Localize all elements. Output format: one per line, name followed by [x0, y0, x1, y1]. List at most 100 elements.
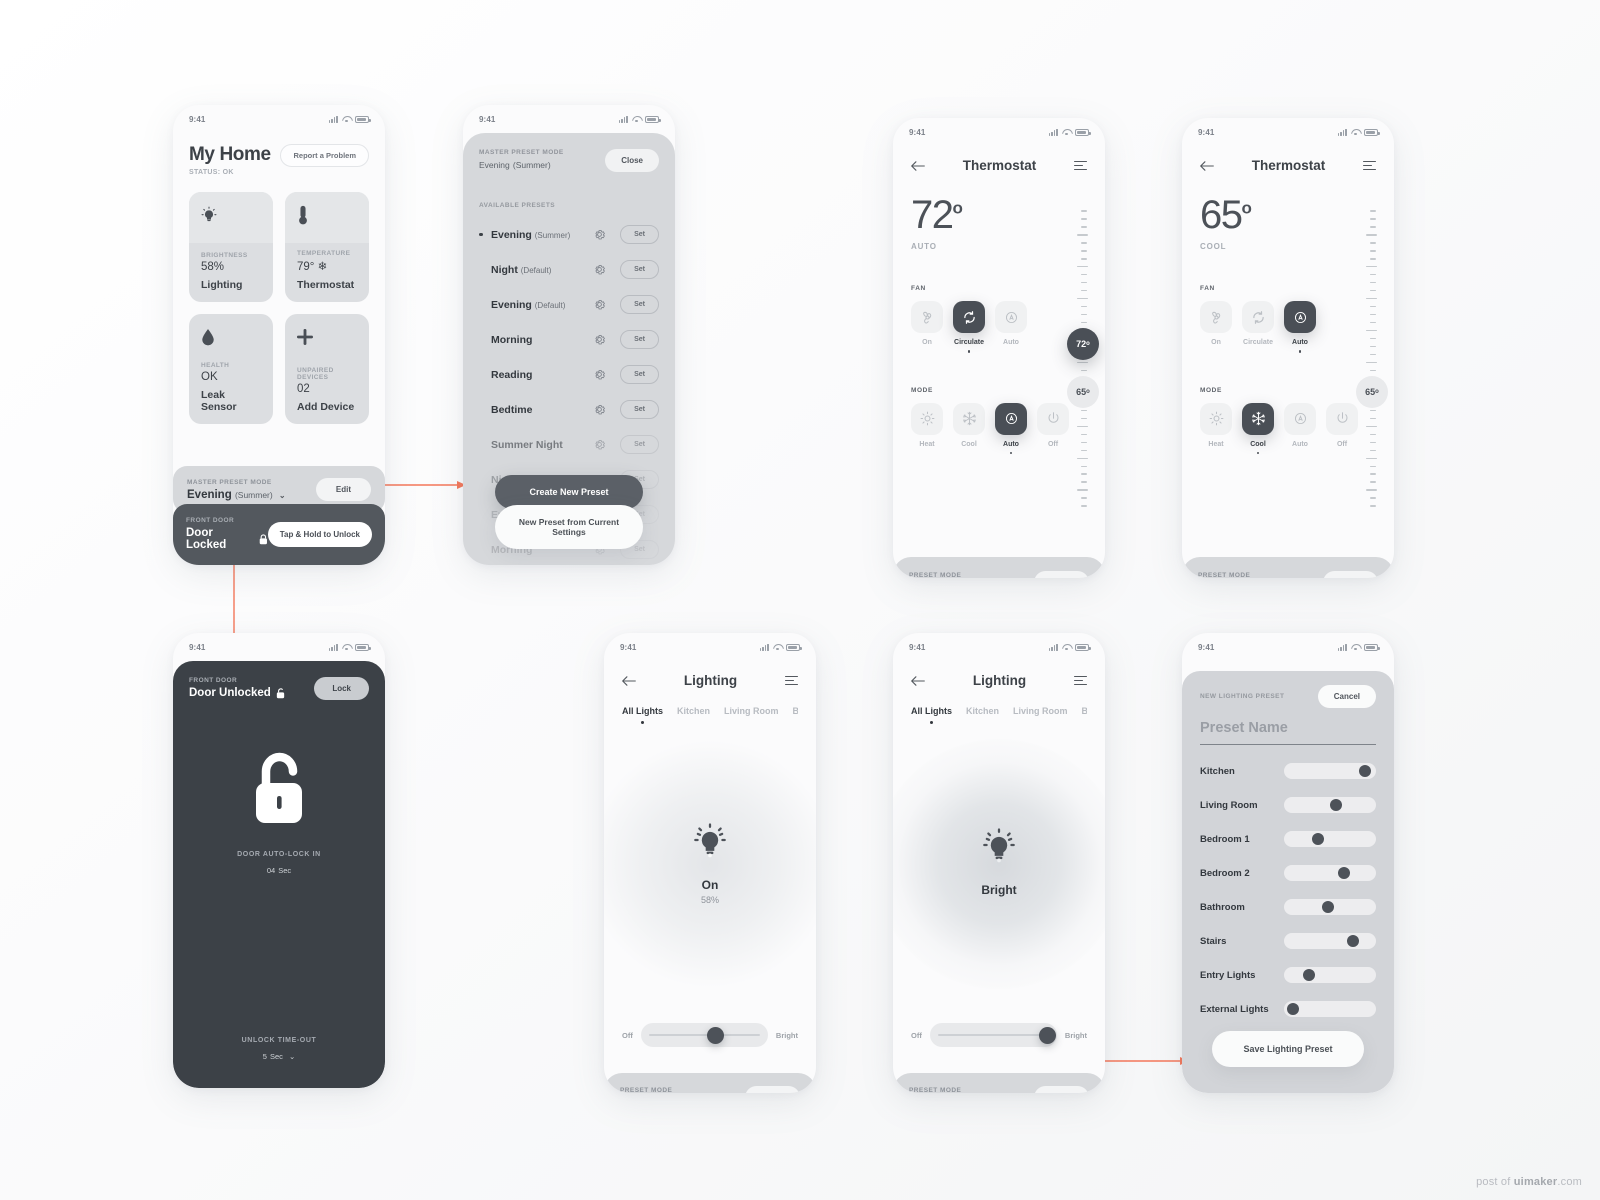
- close-button[interactable]: Close: [605, 149, 659, 172]
- master-preset-value[interactable]: Evening (Summer) ⌄: [187, 489, 286, 501]
- set-button[interactable]: Set: [620, 260, 659, 279]
- menu-icon[interactable]: [1362, 160, 1376, 171]
- menu-icon[interactable]: [784, 675, 798, 686]
- tab-all-lights[interactable]: All Lights: [622, 706, 663, 724]
- save-lighting-preset-button[interactable]: Save Lighting Preset: [1212, 1031, 1364, 1067]
- mode-option-cool[interactable]: Cool: [953, 402, 985, 455]
- set-button[interactable]: Set: [620, 225, 659, 244]
- list-item[interactable]: Evening (Default) Set: [479, 295, 659, 314]
- mode-option-label: Off: [1336, 440, 1348, 448]
- mode-option-heat[interactable]: Heat: [1200, 402, 1232, 455]
- create-new-preset-button[interactable]: Create New Preset: [495, 475, 643, 509]
- unlock-timeout-section[interactable]: UNLOCK TIME-OUT 5 Sec ⌄: [173, 1037, 385, 1062]
- gear-icon[interactable]: [593, 263, 606, 276]
- set-button[interactable]: Set: [620, 330, 659, 349]
- mode-option-cool[interactable]: Cool: [1242, 402, 1274, 454]
- fan-option-auto[interactable]: Auto: [1284, 301, 1316, 353]
- room-brightness-slider[interactable]: [1284, 763, 1376, 779]
- slider-thumb[interactable]: [1338, 867, 1351, 879]
- tile-add-device[interactable]: UNPAIRED DEVICES 02 Add Device: [285, 314, 369, 424]
- mode-option-off[interactable]: Off: [1326, 402, 1358, 455]
- back-arrow-icon[interactable]: [622, 675, 636, 687]
- room-brightness-slider[interactable]: [1284, 967, 1376, 983]
- mode-option-auto[interactable]: Auto: [1284, 402, 1316, 455]
- preset-edit-button[interactable]: Edit: [1033, 1086, 1089, 1093]
- slider-thumb[interactable]: [706, 1026, 724, 1044]
- list-item[interactable]: Evening (Summer) Set: [479, 225, 659, 244]
- lock-button[interactable]: Lock: [314, 677, 369, 700]
- room-brightness-slider[interactable]: [1284, 797, 1376, 813]
- menu-icon[interactable]: [1073, 160, 1087, 171]
- new-preset-from-current-button[interactable]: New Preset from Current Settings: [495, 505, 643, 549]
- preset-edit-button[interactable]: Edit: [744, 1086, 800, 1093]
- tile-thermostat[interactable]: TEMPERATURE 79° ❄ Thermostat: [285, 192, 369, 302]
- gear-icon[interactable]: [593, 228, 606, 241]
- temperature-knob-secondary[interactable]: 65 o: [1067, 376, 1099, 408]
- list-item[interactable]: Morning Set: [479, 330, 659, 349]
- slider-thumb[interactable]: [1346, 935, 1359, 947]
- slider-thumb[interactable]: [1286, 1003, 1299, 1015]
- gear-icon[interactable]: [593, 438, 606, 451]
- set-button[interactable]: Set: [620, 365, 659, 384]
- preset-edit-button[interactable]: Edit: [1033, 571, 1089, 578]
- list-item[interactable]: Night (Default) Set: [479, 260, 659, 279]
- mode-option-off[interactable]: Off: [1037, 402, 1069, 455]
- fan-option-on[interactable]: On: [1200, 301, 1232, 353]
- list-item[interactable]: Bedtime Set: [479, 400, 659, 419]
- tab-all-lights[interactable]: All Lights: [911, 706, 952, 724]
- fan-options: On Circulate Auto: [1200, 301, 1376, 353]
- gear-icon[interactable]: [593, 333, 606, 346]
- temperature-knob-primary[interactable]: 65 o: [1356, 376, 1388, 408]
- room-brightness-slider[interactable]: [1284, 1001, 1376, 1017]
- fan-option-on[interactable]: On: [911, 301, 943, 353]
- tile-lighting[interactable]: BRIGHTNESS 58% Lighting: [189, 192, 273, 302]
- fan-option-circulate[interactable]: Circulate: [953, 301, 985, 353]
- mode-option-auto[interactable]: Auto: [995, 402, 1027, 454]
- tap-hold-unlock-button[interactable]: Tap & Hold to Unlock: [267, 521, 372, 547]
- back-arrow-icon[interactable]: [911, 675, 925, 687]
- set-button[interactable]: Set: [620, 435, 659, 454]
- fan-option-label: Auto: [1003, 339, 1019, 346]
- back-arrow-icon[interactable]: [1200, 160, 1214, 172]
- lock-open-large-icon[interactable]: [248, 752, 310, 833]
- slider-thumb[interactable]: [1321, 901, 1334, 913]
- cancel-button[interactable]: Cancel: [1317, 685, 1376, 708]
- room-brightness-slider[interactable]: [1284, 831, 1376, 847]
- tile-leak-sensor[interactable]: HEALTH OK Leak Sensor: [189, 314, 273, 424]
- tab-kitchen[interactable]: Kitchen: [966, 706, 999, 724]
- temperature-knob-primary[interactable]: 72 o: [1067, 328, 1099, 360]
- preset-edit-button[interactable]: Edit: [1322, 571, 1378, 578]
- slider-thumb[interactable]: [1039, 1026, 1057, 1044]
- tab-living-room[interactable]: Living Room: [724, 706, 779, 724]
- master-preset-edit-button[interactable]: Edit: [315, 478, 371, 501]
- gear-icon[interactable]: [593, 298, 606, 311]
- mode-option-heat[interactable]: Heat: [911, 402, 943, 455]
- tab-living-room[interactable]: Living Room: [1013, 706, 1068, 724]
- gear-icon[interactable]: [593, 368, 606, 381]
- tab-bedroom[interactable]: Bedro: [793, 706, 798, 724]
- brightness-slider[interactable]: [929, 1023, 1057, 1047]
- list-item[interactable]: Summer Night Set: [479, 435, 659, 454]
- slider-thumb[interactable]: [1303, 969, 1316, 981]
- set-button[interactable]: Set: [620, 295, 659, 314]
- room-brightness-slider[interactable]: [1284, 865, 1376, 881]
- chevron-down-icon[interactable]: ⌄: [289, 1052, 295, 1061]
- preset-name-field[interactable]: Preset Name: [1200, 720, 1376, 745]
- brightness-slider[interactable]: [640, 1023, 768, 1047]
- back-arrow-icon[interactable]: [911, 160, 925, 172]
- fan-option-circulate[interactable]: Circulate: [1242, 301, 1274, 353]
- report-problem-button[interactable]: Report a Problem: [280, 144, 369, 167]
- room-brightness-slider[interactable]: [1284, 933, 1376, 949]
- list-item[interactable]: Reading Set: [479, 365, 659, 384]
- slider-thumb[interactable]: [1311, 833, 1324, 845]
- menu-icon[interactable]: [1073, 675, 1087, 686]
- set-button[interactable]: Set: [620, 400, 659, 419]
- gear-icon[interactable]: [593, 403, 606, 416]
- fan-section-label: FAN: [1200, 285, 1215, 292]
- room-brightness-slider[interactable]: [1284, 899, 1376, 915]
- slider-thumb[interactable]: [1359, 765, 1372, 777]
- tab-kitchen[interactable]: Kitchen: [677, 706, 710, 724]
- tab-bedroom[interactable]: Bedro: [1082, 706, 1087, 724]
- fan-option-auto[interactable]: Auto: [995, 301, 1027, 353]
- slider-thumb[interactable]: [1330, 799, 1342, 811]
